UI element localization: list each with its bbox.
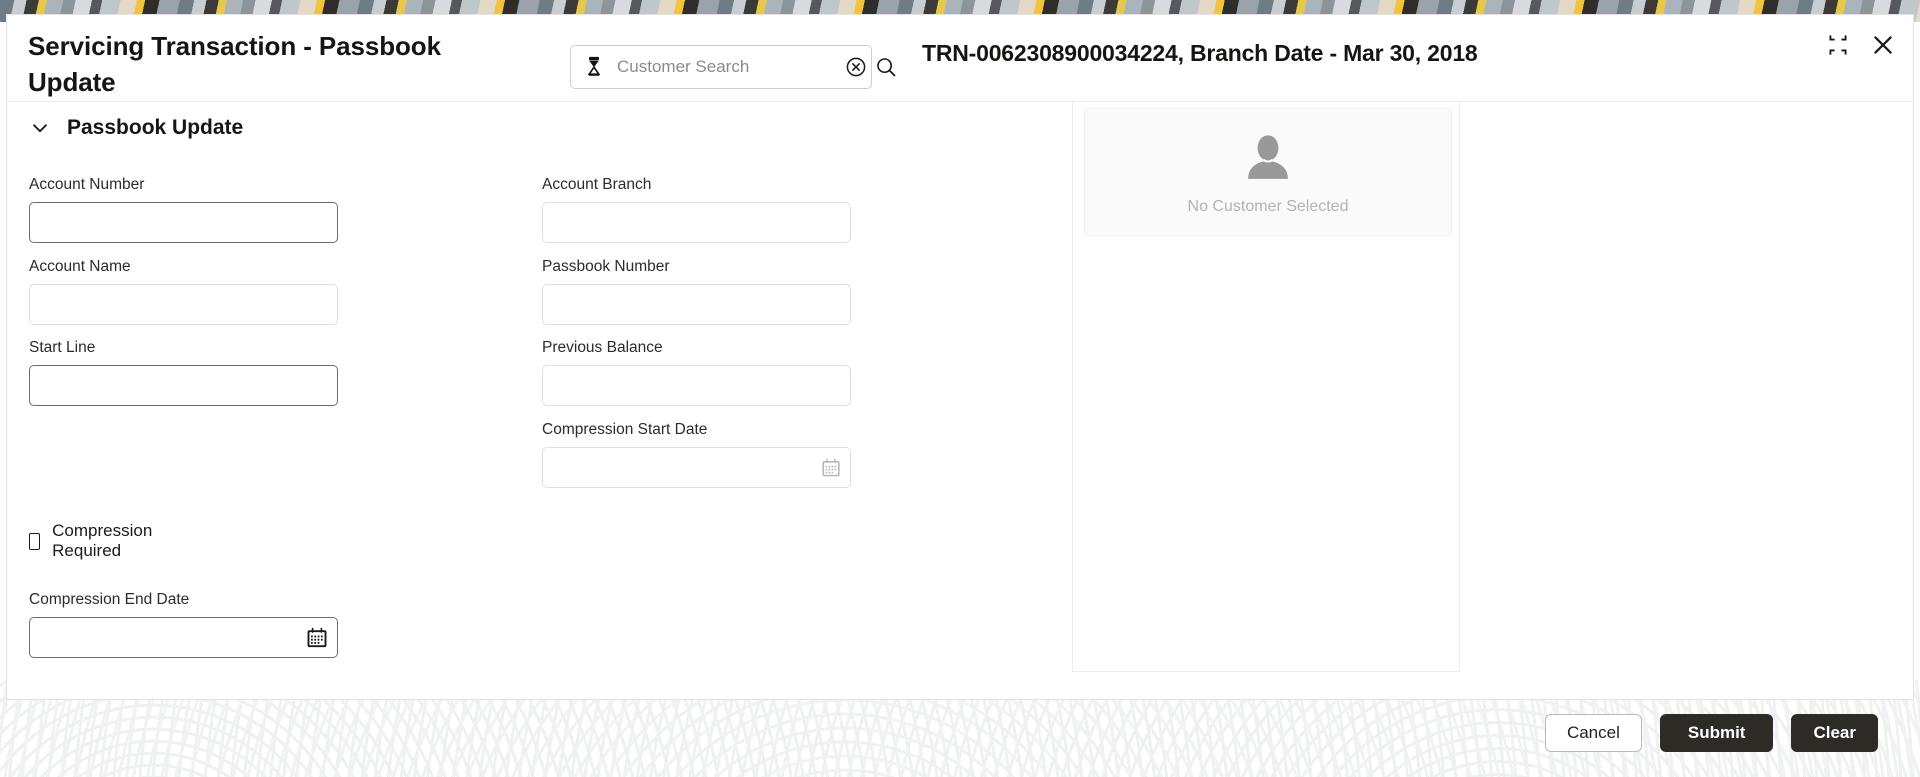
field-compression-start-date: Compression Start Date	[542, 421, 851, 488]
field-compression-end-date: Compression End Date	[29, 591, 338, 658]
clear-button[interactable]: Clear	[1791, 714, 1878, 752]
account-name-input[interactable]	[29, 284, 338, 325]
footer-actions: Cancel Submit Clear	[6, 700, 1914, 766]
account-number-input[interactable]	[29, 202, 338, 243]
date-field-wrapper	[542, 447, 851, 488]
field-label: Account Name	[29, 258, 131, 275]
field-previous-balance: Previous Balance	[542, 339, 851, 406]
customer-panel: No Customer Selected	[1072, 102, 1460, 672]
compression-required-label[interactable]: Compression Required	[52, 521, 158, 561]
field-start-line: Start Line	[29, 339, 338, 406]
previous-balance-input[interactable]	[542, 365, 851, 406]
window-controls	[1825, 31, 1897, 59]
section-title: Passbook Update	[67, 116, 244, 139]
customer-search[interactable]	[570, 45, 896, 89]
person-avatar-icon	[1239, 129, 1297, 192]
date-field-wrapper	[29, 617, 338, 658]
person-icon	[581, 54, 607, 80]
submit-button[interactable]: Submit	[1659, 714, 1774, 752]
field-label: Compression End Date	[29, 591, 190, 608]
modal-header: Servicing Transaction - Passbook Update	[7, 15, 1913, 102]
account-branch-input[interactable]	[542, 202, 851, 243]
search-input[interactable]	[607, 57, 844, 77]
field-label: Account Number	[29, 176, 145, 193]
search-icon[interactable]	[874, 55, 898, 79]
compression-end-date-input[interactable]	[29, 617, 338, 658]
field-passbook-number: Passbook Number	[542, 258, 851, 325]
start-line-input[interactable]	[29, 365, 338, 406]
clear-circle-icon[interactable]	[844, 55, 868, 79]
modal-body: Passbook Update Account Number Account B…	[7, 102, 1913, 700]
field-account-number: Account Number	[29, 176, 338, 243]
cancel-button[interactable]: Cancel	[1544, 714, 1642, 752]
field-account-name: Account Name	[29, 258, 338, 325]
compression-required-checkbox[interactable]	[29, 532, 41, 550]
chevron-down-icon[interactable]	[29, 117, 51, 139]
page-title: Servicing Transaction - Passbook Update	[28, 31, 441, 97]
calendar-icon[interactable]	[305, 626, 329, 650]
calendar-icon[interactable]	[820, 457, 842, 479]
field-label: Account Branch	[542, 176, 652, 193]
field-label: Previous Balance	[542, 339, 663, 356]
customer-empty-text: No Customer Selected	[1187, 197, 1349, 215]
passbook-number-input[interactable]	[542, 284, 851, 325]
field-account-branch: Account Branch	[542, 176, 851, 243]
minimize-icon[interactable]	[1825, 32, 1851, 58]
compression-start-date-input[interactable]	[542, 447, 851, 488]
field-label: Passbook Number	[542, 258, 670, 275]
section-header[interactable]: Passbook Update	[29, 116, 243, 140]
compression-required-row[interactable]: Compression Required	[29, 521, 158, 561]
transaction-modal: Servicing Transaction - Passbook Update	[6, 14, 1914, 700]
customer-empty-card: No Customer Selected	[1084, 108, 1452, 236]
close-icon[interactable]	[1869, 31, 1897, 59]
transaction-reference: TRN-0062308900034224, Branch Date - Mar …	[922, 40, 1478, 66]
field-label: Compression Start Date	[542, 421, 708, 438]
field-label: Start Line	[29, 339, 96, 356]
